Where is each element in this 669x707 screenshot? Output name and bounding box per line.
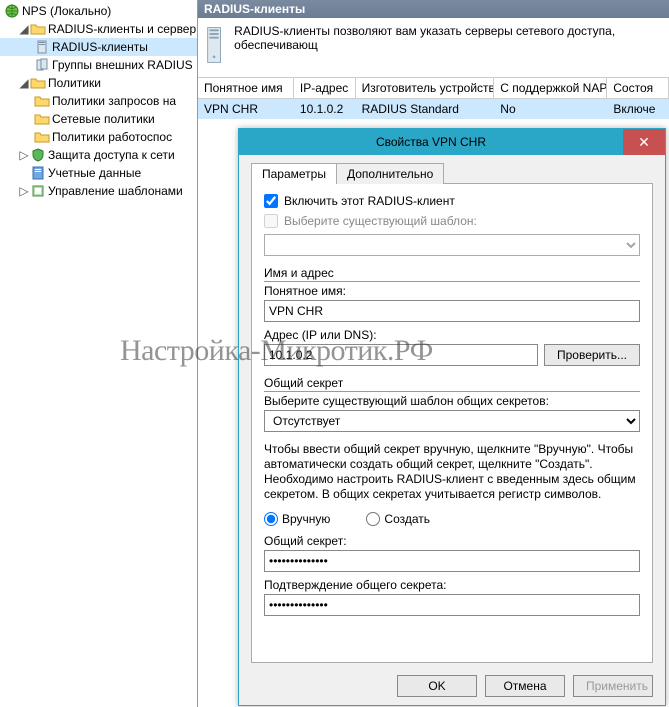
tree-radius-groups[interactable]: Группы внешних RADIUS (0, 56, 197, 74)
template-icon (30, 183, 46, 199)
info-text: RADIUS-клиенты позволяют вам указать сер… (234, 24, 663, 52)
grid-header: Понятное имя IP-адрес Изготовитель устро… (198, 78, 669, 99)
address-label: Адрес (IP или DNS): (264, 328, 640, 342)
properties-dialog: Свойства VPN CHR ✕ Параметры Дополнитель… (238, 128, 666, 706)
col-header[interactable]: Состоя (607, 78, 669, 98)
radio-create-input[interactable] (366, 512, 380, 526)
dialog-title: Свойства VPN CHR (239, 135, 623, 149)
confirm-secret-input[interactable] (264, 594, 640, 616)
tree-nap[interactable]: ▷ Защита доступа к сети (0, 146, 197, 164)
expand-icon[interactable]: ▷ (18, 146, 30, 164)
collapse-icon[interactable]: ◢ (18, 74, 30, 92)
col-header[interactable]: IP-адрес (294, 78, 356, 98)
tree-label: RADIUS-клиенты (52, 38, 148, 56)
tree-policy-item[interactable]: Политики запросов на (0, 92, 197, 110)
cell: 10.1.0.2 (294, 99, 356, 119)
folder-icon (30, 21, 46, 37)
cell: RADIUS Standard (356, 99, 495, 119)
tree-label: Управление шаблонами (48, 182, 183, 200)
col-header[interactable]: С поддержкой NAP (494, 78, 607, 98)
tree-label: Политики работоспос (52, 128, 172, 146)
section-name-address: Имя и адрес (264, 266, 640, 282)
shared-secret-input[interactable] (264, 550, 640, 572)
secret-label: Общий секрет: (264, 534, 640, 548)
radio-manual[interactable]: Вручную (264, 512, 330, 526)
tab-advanced[interactable]: Дополнительно (336, 163, 444, 184)
folder-icon (34, 129, 50, 145)
server-tower-icon (204, 24, 224, 66)
secret-template-label: Выберите существующий шаблон общих секре… (264, 394, 640, 408)
ok-button[interactable]: OK (397, 675, 477, 697)
tree-policy-item[interactable]: Сетевые политики (0, 110, 197, 128)
tree-radius-group[interactable]: ◢ RADIUS-клиенты и сервер (0, 20, 197, 38)
template-select (264, 234, 640, 256)
tree-label: Политики запросов на (52, 92, 176, 110)
tree-label: Группы внешних RADIUS (52, 56, 193, 74)
tabs: Параметры Дополнительно (251, 163, 653, 184)
verify-button[interactable]: Проверить... (544, 344, 640, 366)
radio-manual-label: Вручную (282, 512, 330, 526)
template-checkbox (264, 214, 278, 228)
tree-label: Сетевые политики (52, 110, 155, 128)
tree-accounting[interactable]: Учетные данные (0, 164, 197, 182)
folder-icon (34, 93, 50, 109)
tree-root[interactable]: NPS (Локально) (0, 2, 197, 20)
notebook-icon (30, 165, 46, 181)
grid-row[interactable]: VPN CHR 10.1.0.2 RADIUS Standard No Вклю… (198, 99, 669, 119)
expand-icon[interactable]: ▷ (18, 182, 30, 200)
dialog-buttons: OK Отмена Применить (397, 675, 653, 697)
enable-label: Включить этот RADIUS-клиент (284, 194, 455, 208)
tree-label: Политики (48, 74, 101, 92)
server-icon (34, 39, 50, 55)
address-input[interactable] (264, 344, 538, 366)
enable-client-checkbox[interactable]: Включить этот RADIUS-клиент (264, 194, 640, 208)
cell: Включе (607, 99, 669, 119)
globe-icon (4, 3, 20, 19)
secret-template-select[interactable]: Отсутствует (264, 410, 640, 432)
enable-checkbox[interactable] (264, 194, 278, 208)
confirm-secret-label: Подтверждение общего секрета: (264, 578, 640, 592)
tree-label: Защита доступа к сети (48, 146, 175, 164)
content-header: RADIUS-клиенты (198, 0, 669, 18)
nav-tree: NPS (Локально) ◢ RADIUS-клиенты и сервер… (0, 0, 198, 707)
collapse-icon[interactable]: ◢ (18, 20, 30, 38)
tree-radius-clients[interactable]: RADIUS-клиенты (0, 38, 197, 56)
radio-create[interactable]: Создать (366, 512, 430, 526)
folder-icon (34, 111, 50, 127)
info-strip: RADIUS-клиенты позволяют вам указать сер… (198, 18, 669, 78)
apply-button: Применить (573, 675, 653, 697)
template-label: Выберите существующий шаблон: (284, 214, 477, 228)
cell: No (494, 99, 607, 119)
close-button[interactable]: ✕ (623, 129, 665, 155)
tree-root-label: NPS (Локально) (22, 2, 111, 20)
cancel-button[interactable]: Отмена (485, 675, 565, 697)
titlebar[interactable]: Свойства VPN CHR ✕ (239, 129, 665, 155)
radius-clients-grid: Понятное имя IP-адрес Изготовитель устро… (198, 78, 669, 119)
friendly-name-input[interactable] (264, 300, 640, 322)
server-icon (34, 57, 50, 73)
tree-label: Учетные данные (48, 164, 141, 182)
friendly-name-label: Понятное имя: (264, 284, 640, 298)
col-header[interactable]: Изготовитель устройства (356, 78, 495, 98)
radio-create-label: Создать (384, 512, 430, 526)
tree-policy-item[interactable]: Политики работоспос (0, 128, 197, 146)
section-shared-secret: Общий секрет (264, 376, 640, 392)
cell: VPN CHR (198, 99, 294, 119)
secret-help-text: Чтобы ввести общий секрет вручную, щелкн… (264, 442, 640, 502)
tree-policies[interactable]: ◢ Политики (0, 74, 197, 92)
tab-pane: Включить этот RADIUS-клиент Выберите сущ… (251, 183, 653, 663)
folder-icon (30, 75, 46, 91)
tab-parameters[interactable]: Параметры (251, 163, 337, 184)
radio-manual-input[interactable] (264, 512, 278, 526)
tree-templates[interactable]: ▷ Управление шаблонами (0, 182, 197, 200)
tree-label: RADIUS-клиенты и сервер (48, 20, 196, 38)
col-header[interactable]: Понятное имя (198, 78, 294, 98)
use-template-checkbox: Выберите существующий шаблон: (264, 214, 640, 228)
shield-icon (30, 147, 46, 163)
